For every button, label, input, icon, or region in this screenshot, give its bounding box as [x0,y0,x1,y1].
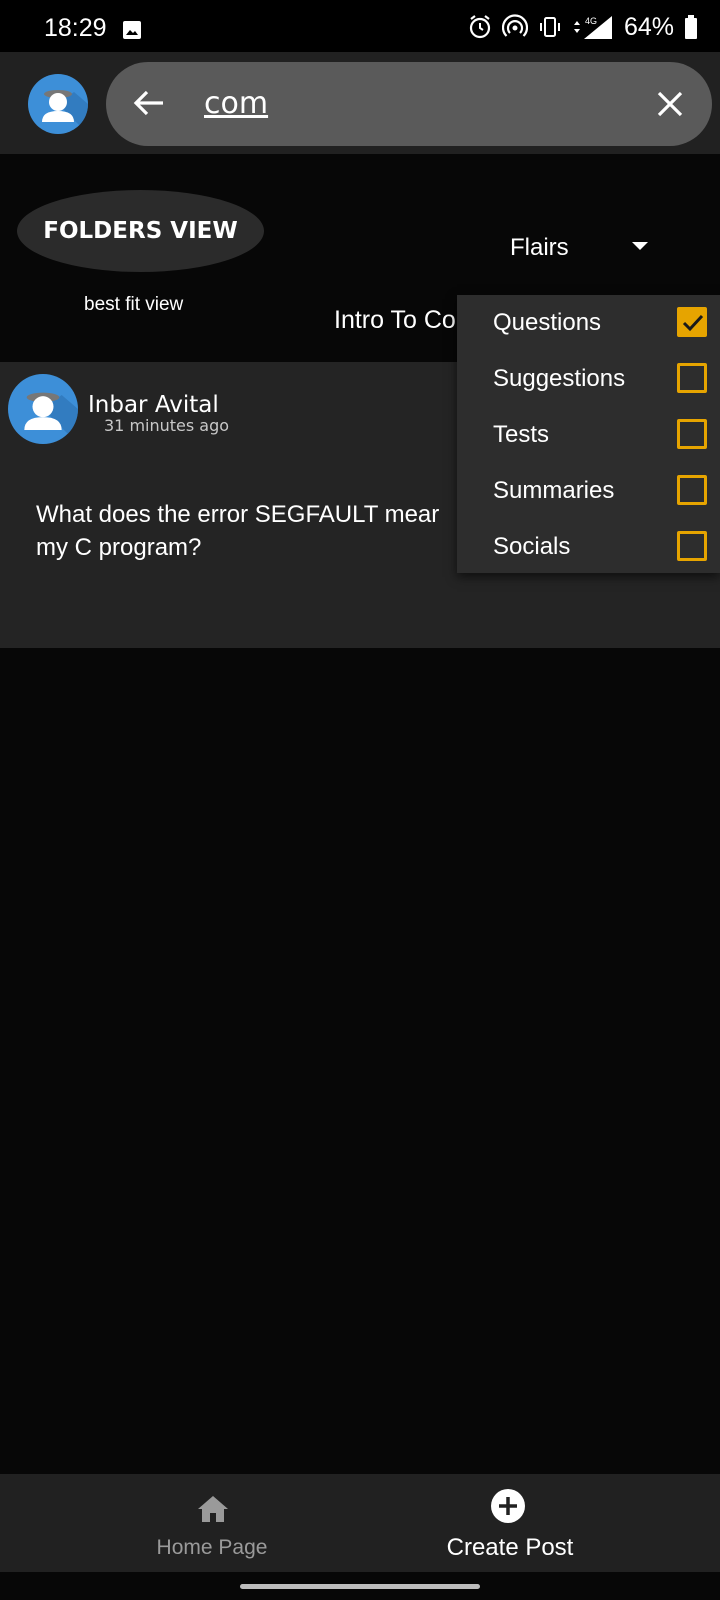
flair-item-socials[interactable]: Socials [457,519,720,575]
back-arrow-icon[interactable] [132,88,166,118]
flair-item-questions[interactable]: Questions [457,295,720,351]
add-circle-icon [491,1489,525,1523]
flair-label: Suggestions [493,365,626,392]
flairs-label: Flairs [510,234,569,261]
folders-view-button[interactable]: FOLDERS VIEW [17,190,264,272]
chevron-down-icon [632,242,648,250]
post-timestamp: 31 minutes ago [104,416,230,435]
flair-checkbox[interactable] [677,475,707,505]
signal-4g-icon: 4G [573,16,612,39]
flair-item-tests[interactable]: Tests [457,407,720,463]
flair-checkbox[interactable] [677,419,707,449]
post-text-line: What does the error SEGFAULT mear [36,501,440,528]
flair-item-suggestions[interactable]: Suggestions [457,351,720,407]
flair-checkbox[interactable] [677,307,707,337]
nav-create-label: Create Post [446,1534,574,1561]
nav-create-post[interactable]: Create Post [430,1486,590,1566]
flair-item-summaries[interactable]: Summaries [457,463,720,519]
best-fit-view-label[interactable]: best fit view [84,294,183,316]
post-text: What does the error SEGFAULT mear my C p… [36,498,476,564]
hotspot-icon [501,14,528,37]
home-icon [198,1496,228,1522]
battery-percent: 64% [623,12,674,41]
course-filter-label[interactable]: Intro To Co [334,306,456,335]
post-text-line: my C program? [36,534,202,561]
user-icon [24,392,78,444]
close-icon[interactable] [656,90,684,118]
status-icons: 4G 64% [468,12,698,42]
status-bar: 18:29 4G 64% [0,0,720,52]
flairs-menu: Questions Suggestions Tests Summaries So… [457,295,720,573]
search-bar[interactable] [106,62,712,146]
flairs-dropdown[interactable]: Flairs [496,224,666,270]
flair-label: Socials [493,533,571,560]
search-input[interactable]: com [204,86,268,121]
bottom-navigation [0,1474,720,1572]
user-icon [42,90,88,134]
svg-text:4G: 4G [585,16,597,26]
check-icon [682,314,704,332]
battery-icon [685,15,697,39]
profile-avatar[interactable] [28,74,88,134]
flair-label: Questions [493,309,602,336]
alarm-icon [469,15,491,39]
flair-checkbox[interactable] [677,363,707,393]
gesture-bar[interactable] [240,1584,480,1589]
post-author: Inbar Avital [88,392,219,418]
gallery-notification-icon [123,21,141,39]
status-time: 18:29 [44,14,107,42]
nav-home-label: Home Page [156,1536,268,1559]
author-avatar [8,374,78,444]
nav-home-page[interactable]: Home Page [130,1486,290,1566]
flair-label: Summaries [493,477,615,504]
flair-label: Tests [493,421,550,448]
flair-checkbox[interactable] [677,531,707,561]
vibrate-icon [539,17,560,37]
